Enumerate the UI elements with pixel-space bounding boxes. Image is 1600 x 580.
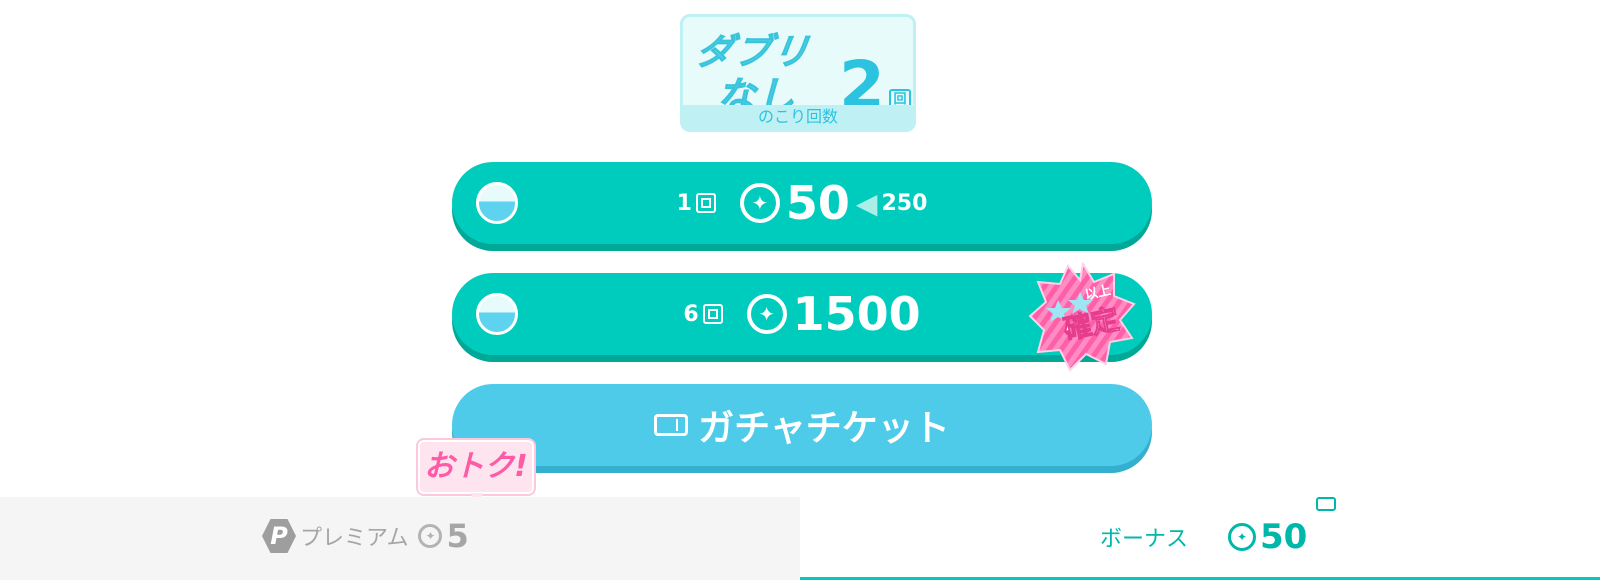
bonus-coin-value: 50	[1260, 517, 1308, 557]
remaining-count-badge: ダブリ なし 2 回 のこり回数	[680, 14, 916, 132]
premium-p-icon: P	[262, 519, 296, 553]
gacha-ticket-button[interactable]: ガチャチケット	[452, 384, 1152, 466]
bonus-tab-label: ボーナス	[1100, 527, 1189, 552]
premium-tab-label: プレミアム	[300, 526, 409, 551]
gacha-ticket-label: ガチャチケット	[698, 408, 950, 449]
premium-coin-value: 5	[446, 517, 469, 555]
single-draw-content: 1 ✦ 50 ◀ 250	[452, 162, 1152, 244]
kai-unit-icon	[702, 304, 723, 324]
premium-tab-content: P プレミアム ✦ 5	[262, 517, 469, 555]
single-draw-button[interactable]: 1 ✦ 50 ◀ 250	[452, 162, 1152, 244]
original-price: 250	[881, 190, 928, 216]
otoku-callout: おトク!	[418, 440, 534, 503]
coin-icon: ✦	[746, 294, 787, 334]
draw-count: 1	[676, 190, 692, 216]
ticket-icon	[654, 414, 689, 436]
badge-subtitle: のこり回数	[683, 105, 913, 129]
tab-bonus[interactable]: ボーナス ✦ 50	[800, 497, 1600, 580]
tab-premium[interactable]: P プレミアム ✦ 5	[0, 497, 800, 580]
kai-unit-icon	[695, 193, 716, 213]
coin-icon: ✦	[418, 524, 443, 548]
arrow-left-icon: ◀	[855, 186, 878, 220]
draw-price: 1500	[792, 287, 921, 341]
coin-icon: ✦	[1228, 523, 1257, 551]
ticket-icon	[1316, 497, 1336, 511]
draw-count: 6	[683, 301, 699, 327]
coin-icon: ✦	[739, 183, 780, 223]
bonus-tab-content: ボーナス ✦ 50	[1100, 517, 1307, 557]
draw-price: 50	[785, 176, 850, 230]
gacha-ticket-content: ガチャチケット	[452, 384, 1152, 466]
